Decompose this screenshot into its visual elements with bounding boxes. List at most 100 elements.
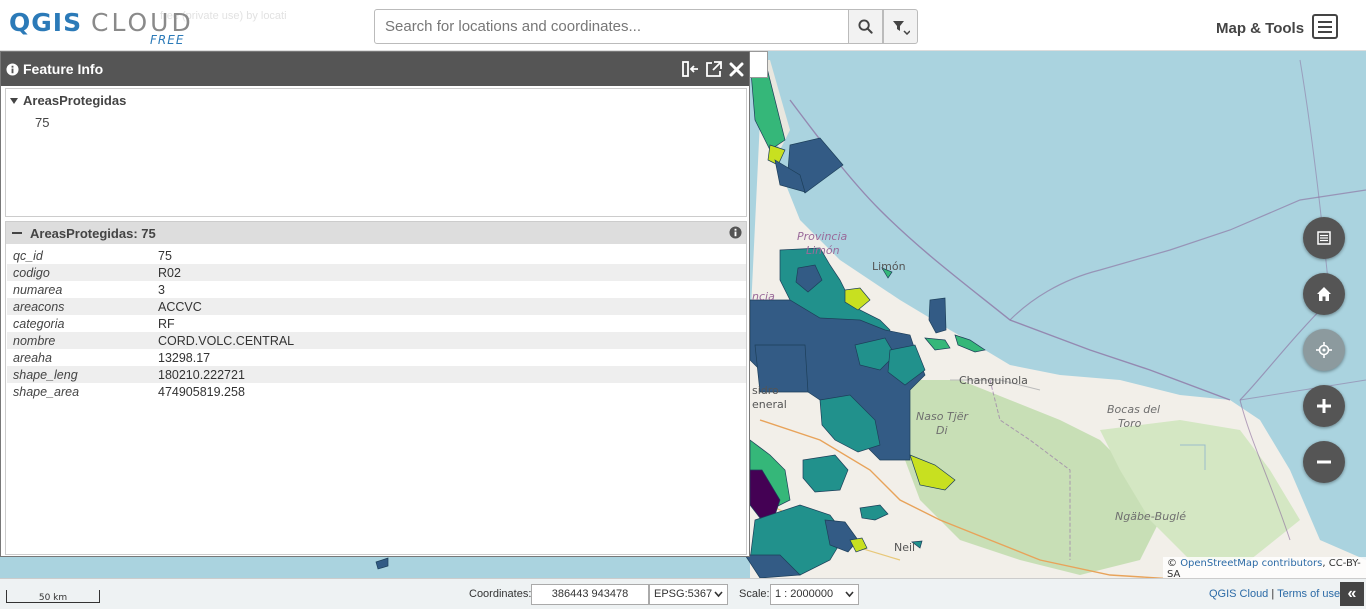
attribute-key: qc_id (13, 248, 43, 263)
hamburger-icon-line (1318, 30, 1332, 33)
table-row: categoria RF (7, 315, 746, 332)
osm-attribution-link[interactable]: OpenStreetMap contributors (1180, 558, 1322, 569)
map-tools-label[interactable]: Map & Tools (1216, 20, 1304, 37)
attribute-value: 3 (158, 282, 165, 297)
scale-select-value: 1 : 2000000 (775, 588, 834, 600)
caret-down-icon (10, 97, 18, 104)
crs-select[interactable]: EPSG:5367 (649, 584, 728, 605)
attribute-key: areacons (7, 298, 152, 315)
attribute-value: 180210.222721 (152, 366, 746, 383)
map-label-neily: Neil (894, 541, 916, 554)
table-row: shape_leng 180210.222721 (7, 366, 746, 383)
scale-bar: 50 km (6, 590, 100, 603)
attribute-key: areaha (13, 350, 52, 365)
feature-info-header: Feature Info (1, 52, 749, 86)
chevron-down-icon (845, 591, 854, 598)
search-button[interactable] (848, 9, 883, 44)
close-button[interactable] (728, 60, 745, 78)
zoom-in-button[interactable] (1303, 385, 1345, 427)
menu-button[interactable] (1312, 14, 1338, 39)
scale-select[interactable]: 1 : 2000000 (770, 584, 859, 605)
search-input[interactable] (374, 9, 849, 44)
feature-detail-header[interactable]: AreasProtegidas: 75 (6, 222, 746, 244)
collapse-icon (12, 232, 22, 234)
chevron-down-icon (714, 591, 723, 598)
layer-list-button[interactable] (1303, 217, 1345, 259)
map-label-ncia: ncia (752, 290, 775, 303)
attribute-key: shape_leng (7, 366, 152, 383)
attribute-value: 75 (158, 248, 172, 263)
feature-detail: AreasProtegidas: 75 qc_id 75 codigo R02 nu… (5, 221, 747, 555)
attribute-key: numarea (13, 282, 63, 297)
popout-button[interactable] (705, 60, 722, 78)
coordinates-field[interactable]: 386443 943478 (531, 584, 649, 605)
home-button[interactable] (1303, 273, 1345, 315)
table-row: nombre CORD.VOLC.CENTRAL (7, 332, 746, 349)
zoom-out-button[interactable] (1303, 441, 1345, 483)
logo-free-text: FREE (150, 33, 185, 47)
map-label-limon-province: Limón (806, 244, 840, 257)
link-separator: | (1271, 588, 1275, 600)
table-row: areaha 13298.17 (7, 349, 746, 366)
hamburger-icon-line (1318, 20, 1332, 23)
terms-of-use-link[interactable]: Terms of use (1277, 588, 1340, 600)
attribute-value: 474905819.258 (158, 384, 245, 399)
crosshair-icon (1316, 342, 1332, 358)
collapse-footer-button[interactable]: « (1340, 582, 1364, 606)
map-label-general: eneral (752, 398, 787, 411)
scale-label: Scale: (739, 588, 770, 600)
logo-qgis-text: QGIS (9, 8, 83, 37)
table-row: codigo R02 (7, 264, 746, 281)
dock-left-button[interactable] (682, 60, 699, 78)
minus-icon (1317, 460, 1331, 464)
attribute-key: nombre (7, 332, 152, 349)
qgis-cloud-logo[interactable]: QGIS CLOUD FREE (9, 8, 209, 48)
feature-detail-title: AreasProtegidas: 75 (30, 225, 156, 241)
attribute-value: R02 (152, 264, 746, 281)
search-filter-button[interactable] (883, 9, 918, 44)
map-label-naso: Naso Tjër (916, 410, 968, 423)
attribute-value: RF (158, 316, 175, 331)
external-link-icon (706, 61, 722, 77)
table-row: numarea 3 (7, 281, 746, 298)
map-label-bocas: Bocas del (1107, 403, 1161, 416)
attribute-key: categoria (13, 316, 65, 331)
coordinates-label: Coordinates: (469, 588, 532, 600)
attribute-key: codigo (7, 264, 152, 281)
table-row: qc_id 75 (7, 247, 746, 264)
map-label-limon: Limón (872, 260, 906, 273)
map-label-ngabe: Ngäbe-Buglé (1115, 510, 1186, 523)
map-label-di: Di (936, 424, 948, 437)
attribute-value: 13298.17 (158, 350, 211, 365)
top-bar: free (private use) by locati QGIS CLOUD … (0, 0, 1366, 51)
footer-links: QGIS Cloud | Terms of use (1209, 588, 1340, 600)
attribute-key: shape_area (13, 384, 80, 399)
double-chevron-left-icon: « (1347, 585, 1357, 602)
home-icon (1317, 287, 1331, 301)
feature-info-panel: Feature Info AreasProtegidas 75 AreasPro… (0, 51, 750, 557)
plus-icon (1317, 399, 1331, 413)
info-icon (6, 62, 19, 76)
locate-button[interactable] (1303, 329, 1345, 371)
table-row: areacons ACCVC (7, 298, 746, 315)
bottom-bar: 50 km Coordinates: 386443 943478 EPSG:53… (0, 578, 1366, 609)
filter-icon (892, 20, 910, 35)
info-icon[interactable] (729, 226, 742, 239)
attribute-value: ACCVC (152, 298, 746, 315)
feature-tree: AreasProtegidas 75 (5, 88, 747, 217)
search-icon (858, 19, 873, 34)
list-icon (1317, 231, 1331, 245)
map-label-isidro: sidro (752, 384, 779, 397)
tree-node-feature[interactable]: 75 (35, 115, 49, 130)
tree-layer-label: AreasProtegidas (23, 93, 127, 108)
qgis-cloud-link[interactable]: QGIS Cloud (1209, 588, 1268, 600)
table-row: shape_area 474905819.258 (7, 383, 746, 400)
tree-node-layer[interactable]: AreasProtegidas (10, 93, 126, 108)
map-label-toro: Toro (1118, 417, 1142, 430)
crs-select-value: EPSG:5367 (654, 588, 713, 600)
map-label-changuinola: Changuinola (959, 374, 1028, 387)
feature-info-title: Feature Info (23, 61, 104, 77)
close-icon (729, 62, 744, 76)
map-label-provincia: Provincia (797, 230, 848, 243)
panel-side-tab[interactable] (749, 51, 768, 78)
